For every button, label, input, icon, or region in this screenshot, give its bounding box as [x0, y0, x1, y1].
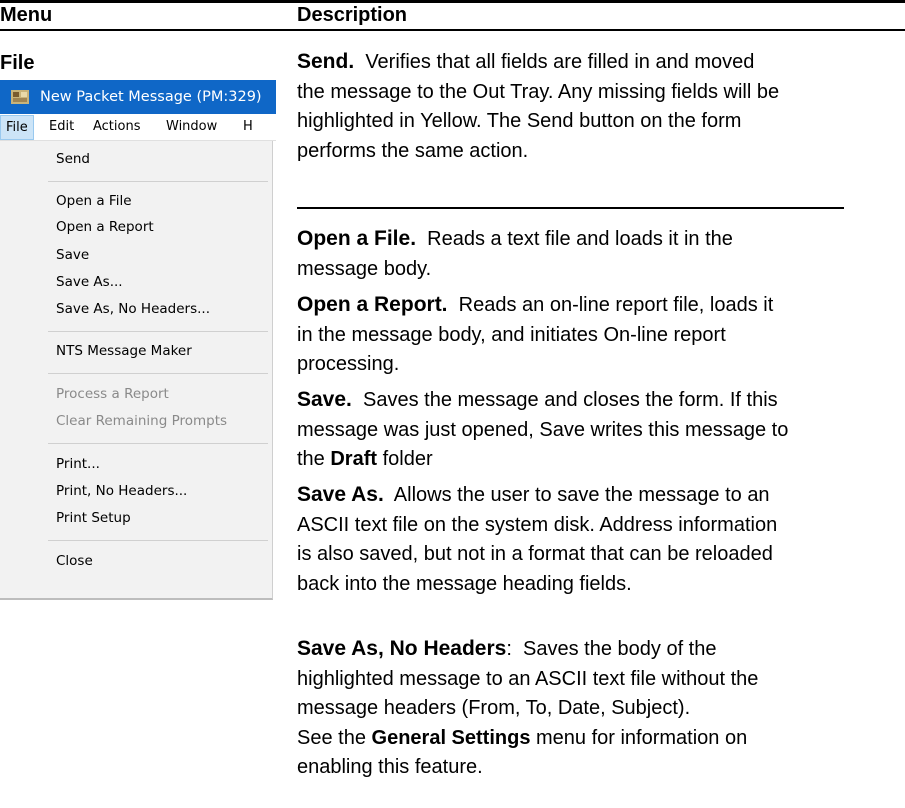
menu-item-save-as[interactable]: Save As...: [56, 274, 123, 290]
desc-line: Saves the body of the: [523, 638, 717, 660]
menu-column-header: Menu: [0, 4, 53, 26]
menu-separator: [48, 443, 268, 444]
desc-line: Allows the user to save the message to a…: [393, 484, 770, 506]
desc-line: the: [297, 448, 331, 470]
term-open-file: Open a File.: [297, 227, 417, 250]
desc-line: highlighted in Yellow. The Send button o…: [297, 110, 742, 132]
description-column-header: Description: [297, 4, 408, 26]
desc-save: Save. Saves the message and closes the f…: [297, 385, 903, 475]
desc-line: Verifies that all fields are filled in a…: [365, 51, 755, 73]
window-title: New Packet Message (PM:329): [40, 89, 262, 105]
packet-radio-app-icon: [11, 90, 29, 104]
term-save-as: Save As.: [297, 483, 384, 506]
desc-line: ASCII text file on the system disk. Addr…: [297, 513, 778, 536]
desc-line: the message to the Out Tray. Any missing…: [297, 80, 780, 103]
menu-item-save-as-no-headers[interactable]: Save As, No Headers...: [56, 301, 210, 317]
desc-send: Send. Verifies that all fields are fille…: [297, 47, 903, 166]
desc-line: Reads a text file and loads it in the: [427, 228, 733, 250]
desc-line: Reads an on-line report file, loads it: [458, 294, 774, 316]
menubar-window[interactable]: Window: [166, 114, 217, 140]
desc-save-as-no-headers: Save As, No Headers: Saves the body of t…: [297, 634, 903, 783]
menu-item-print[interactable]: Print...: [56, 456, 100, 472]
desc-line: message headers (From, To, Date, Subject…: [297, 697, 691, 719]
desc-line: in the message body, and initiates On-li…: [297, 323, 726, 346]
term-send: Send.: [297, 50, 355, 73]
menu-item-print-setup[interactable]: Print Setup: [56, 510, 131, 526]
term-colon: :: [506, 638, 512, 660]
desc-line: Saves the message and closes the form. I…: [363, 389, 778, 411]
desc-line: performs the same action.: [297, 139, 529, 162]
desc-line: processing.: [297, 353, 400, 375]
desc-line: message was just opened, Save writes thi…: [297, 418, 789, 441]
menu-item-nts-message-maker[interactable]: NTS Message Maker: [56, 343, 192, 359]
menubar-actions[interactable]: Actions: [93, 114, 141, 140]
table-top-rule: [0, 0, 905, 3]
row-label-file: File: [0, 52, 35, 74]
desc-line: highlighted message to an ASCII text fil…: [297, 667, 759, 690]
menu-separator: [48, 181, 268, 182]
menu-item-print-no-headers[interactable]: Print, No Headers...: [56, 483, 187, 499]
term-save: Save.: [297, 388, 352, 411]
menu-separator: [48, 373, 268, 374]
desc-line: enabling this feature.: [297, 756, 483, 778]
window-titlebar: New Packet Message (PM:329): [0, 80, 276, 114]
desc-save-as: Save As. Allows the user to save the mes…: [297, 480, 903, 599]
menu-item-open-report[interactable]: Open a Report: [56, 219, 154, 235]
desc-line: back into the message heading fields.: [297, 572, 632, 595]
see-suffix: menu for information on: [530, 726, 748, 749]
header-bottom-rule: [0, 29, 905, 31]
menu-screenshot: New Packet Message (PM:329) File Edit Ac…: [0, 80, 276, 600]
general-settings-bold: General Settings: [371, 726, 531, 749]
menu-item-open-file[interactable]: Open a File: [56, 193, 132, 209]
term-save-as-no-headers: Save As, No Headers: [297, 637, 507, 660]
menubar-file[interactable]: File: [0, 115, 34, 140]
desc-line-tail: folder: [377, 448, 433, 470]
menu-item-close[interactable]: Close: [56, 553, 93, 569]
separator-line: [297, 207, 844, 209]
menu-item-save[interactable]: Save: [56, 247, 89, 263]
menubar-edit[interactable]: Edit: [49, 114, 74, 140]
desc-open-report: Open a Report. Reads an on-line report f…: [297, 290, 903, 380]
menu-separator: [48, 540, 268, 541]
menu-separator: [48, 331, 268, 332]
menu-item-clear-remaining-prompts: Clear Remaining Prompts: [56, 413, 228, 429]
menu-item-process-report: Process a Report: [56, 386, 169, 402]
menubar-help[interactable]: H: [243, 114, 253, 140]
desc-line: is also saved, but not in a format that …: [297, 543, 773, 565]
draft-folder-bold: Draft: [330, 448, 378, 470]
see-prefix: See the: [297, 726, 372, 749]
term-open-report: Open a Report.: [297, 293, 448, 316]
desc-open-file: Open a File. Reads a text file and loads…: [297, 224, 903, 284]
file-dropdown-menu: Send Open a File Open a Report Save Save…: [0, 141, 273, 600]
menu-item-send[interactable]: Send: [56, 151, 90, 167]
menubar: File Edit Actions Window H: [0, 114, 276, 141]
desc-line: message body.: [297, 257, 432, 280]
